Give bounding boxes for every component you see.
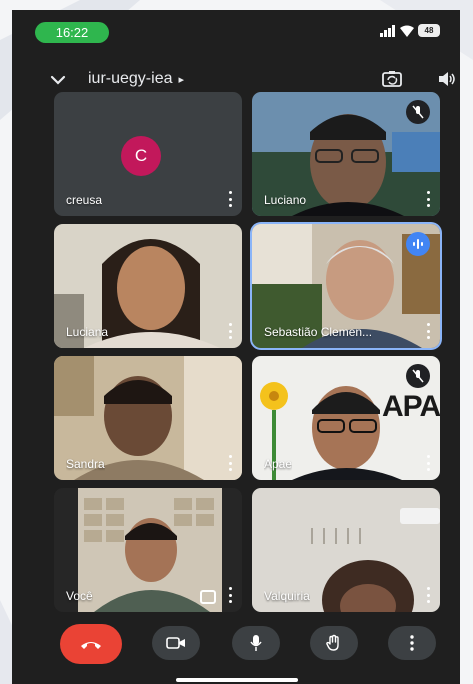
microphone-icon (250, 635, 262, 651)
participant-name: Sandra (66, 457, 105, 471)
participant-tile-valquiria[interactable]: Valquiria (252, 488, 440, 612)
more-vertical-icon[interactable] (422, 454, 434, 472)
raise-hand-button[interactable] (310, 626, 358, 660)
mic-off-icon (406, 100, 430, 124)
meeting-code: iur-uegy-iea (88, 70, 173, 87)
participant-tile-sandra[interactable]: Sandra (54, 356, 242, 480)
more-options-button[interactable] (388, 626, 436, 660)
participant-tile-apae[interactable]: APA Apae (252, 356, 440, 480)
more-vertical-icon (410, 635, 414, 651)
speaking-indicator-icon (406, 232, 430, 256)
participant-tile-self[interactable]: Você (54, 488, 242, 612)
participant-tile-luciana[interactable]: Luciana (54, 224, 242, 348)
status-icons: 48 (380, 24, 440, 37)
participant-name: Apae (264, 457, 293, 471)
participant-name: creusa (66, 193, 103, 207)
switch-camera-button[interactable] (379, 66, 405, 92)
mic-off-icon (406, 364, 430, 388)
participant-name: Sebastião Clemen... (264, 325, 373, 339)
participant-name: Luciano (264, 193, 307, 207)
audio-output-button[interactable] (434, 66, 460, 92)
speaker-icon (439, 72, 455, 86)
switch-camera-icon (382, 71, 402, 87)
participant-tile-luciano[interactable]: Luciano (252, 92, 440, 216)
background-logo-text: APA (382, 390, 440, 423)
more-vertical-icon[interactable] (224, 586, 236, 604)
camera-button[interactable] (152, 626, 200, 660)
video-camera-icon (166, 637, 185, 649)
phone-hangup-icon (81, 642, 101, 649)
more-vertical-icon[interactable] (224, 322, 236, 340)
signal-icon (380, 24, 395, 37)
end-call-button[interactable] (60, 624, 122, 664)
participant-tile-creusa[interactable]: C creusa (54, 92, 242, 216)
self-view-toggle-icon[interactable] (200, 590, 216, 604)
participant-name: Valquiria (264, 589, 310, 603)
microphone-button[interactable] (232, 626, 280, 660)
more-vertical-icon[interactable] (422, 322, 434, 340)
more-vertical-icon[interactable] (422, 190, 434, 208)
meet-call-screen: 16:22 48 iur-uegy-iea ▸ C creusa Luciano… (12, 10, 460, 684)
chevron-down-icon[interactable] (46, 68, 70, 92)
call-control-bar (12, 622, 460, 684)
home-indicator[interactable] (176, 678, 298, 682)
wifi-icon (400, 25, 414, 37)
hand-icon (326, 634, 339, 651)
caret-right-icon: ▸ (178, 73, 185, 86)
status-time: 16:22 (35, 22, 109, 43)
avatar: C (121, 136, 161, 176)
participant-name: Luciana (66, 325, 109, 339)
more-vertical-icon[interactable] (224, 454, 236, 472)
meeting-code-button[interactable]: iur-uegy-iea ▸ (88, 70, 184, 88)
more-vertical-icon[interactable] (224, 190, 236, 208)
participant-tile-sebastiao[interactable]: Sebastião Clemen... (252, 224, 440, 348)
participant-name: Você (66, 589, 93, 603)
more-vertical-icon[interactable] (422, 586, 434, 604)
battery-icon: 48 (418, 24, 440, 37)
status-bar: 16:22 48 (12, 10, 460, 54)
